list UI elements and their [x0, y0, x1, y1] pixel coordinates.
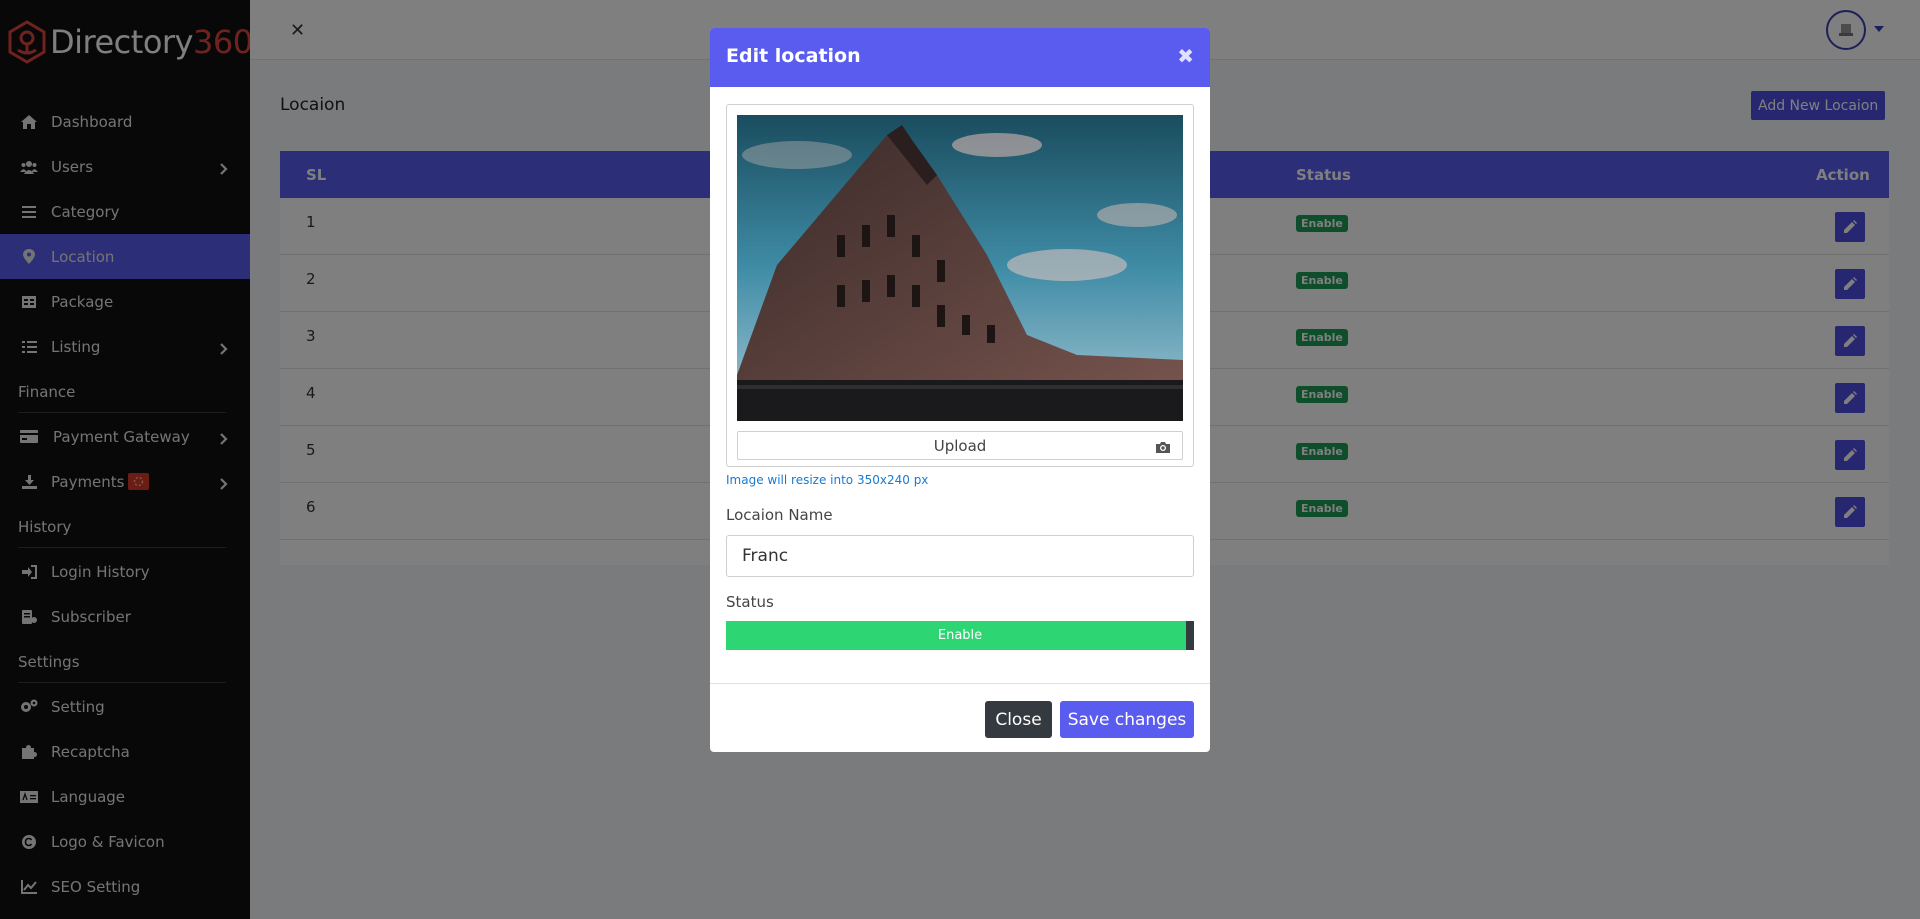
modal-divider: [710, 683, 1210, 684]
close-button[interactable]: Close: [985, 701, 1052, 738]
image-upload-box: Upload: [726, 104, 1194, 467]
edit-location-modal: Edit location ✖ Upload Image will resize…: [710, 28, 1210, 752]
location-name-input[interactable]: Franc: [726, 535, 1194, 577]
save-changes-button[interactable]: Save changes: [1060, 701, 1194, 738]
status-toggle-label: Enable: [937, 628, 983, 643]
status-toggle[interactable]: Enable: [726, 621, 1194, 650]
image-size-hint: Image will resize into 350x240 px: [726, 473, 929, 487]
location-name-label: Locaion Name: [726, 506, 833, 524]
modal-header: Edit location ✖: [710, 28, 1210, 87]
status-label: Status: [726, 593, 774, 611]
location-photo: [737, 115, 1183, 421]
modal-title: Edit location: [726, 45, 861, 67]
toggle-handle[interactable]: [1186, 621, 1194, 650]
upload-button[interactable]: Upload: [737, 431, 1183, 460]
close-icon[interactable]: ✖: [1177, 44, 1194, 68]
upload-label: Upload: [933, 436, 987, 455]
camera-icon: [1156, 439, 1170, 457]
